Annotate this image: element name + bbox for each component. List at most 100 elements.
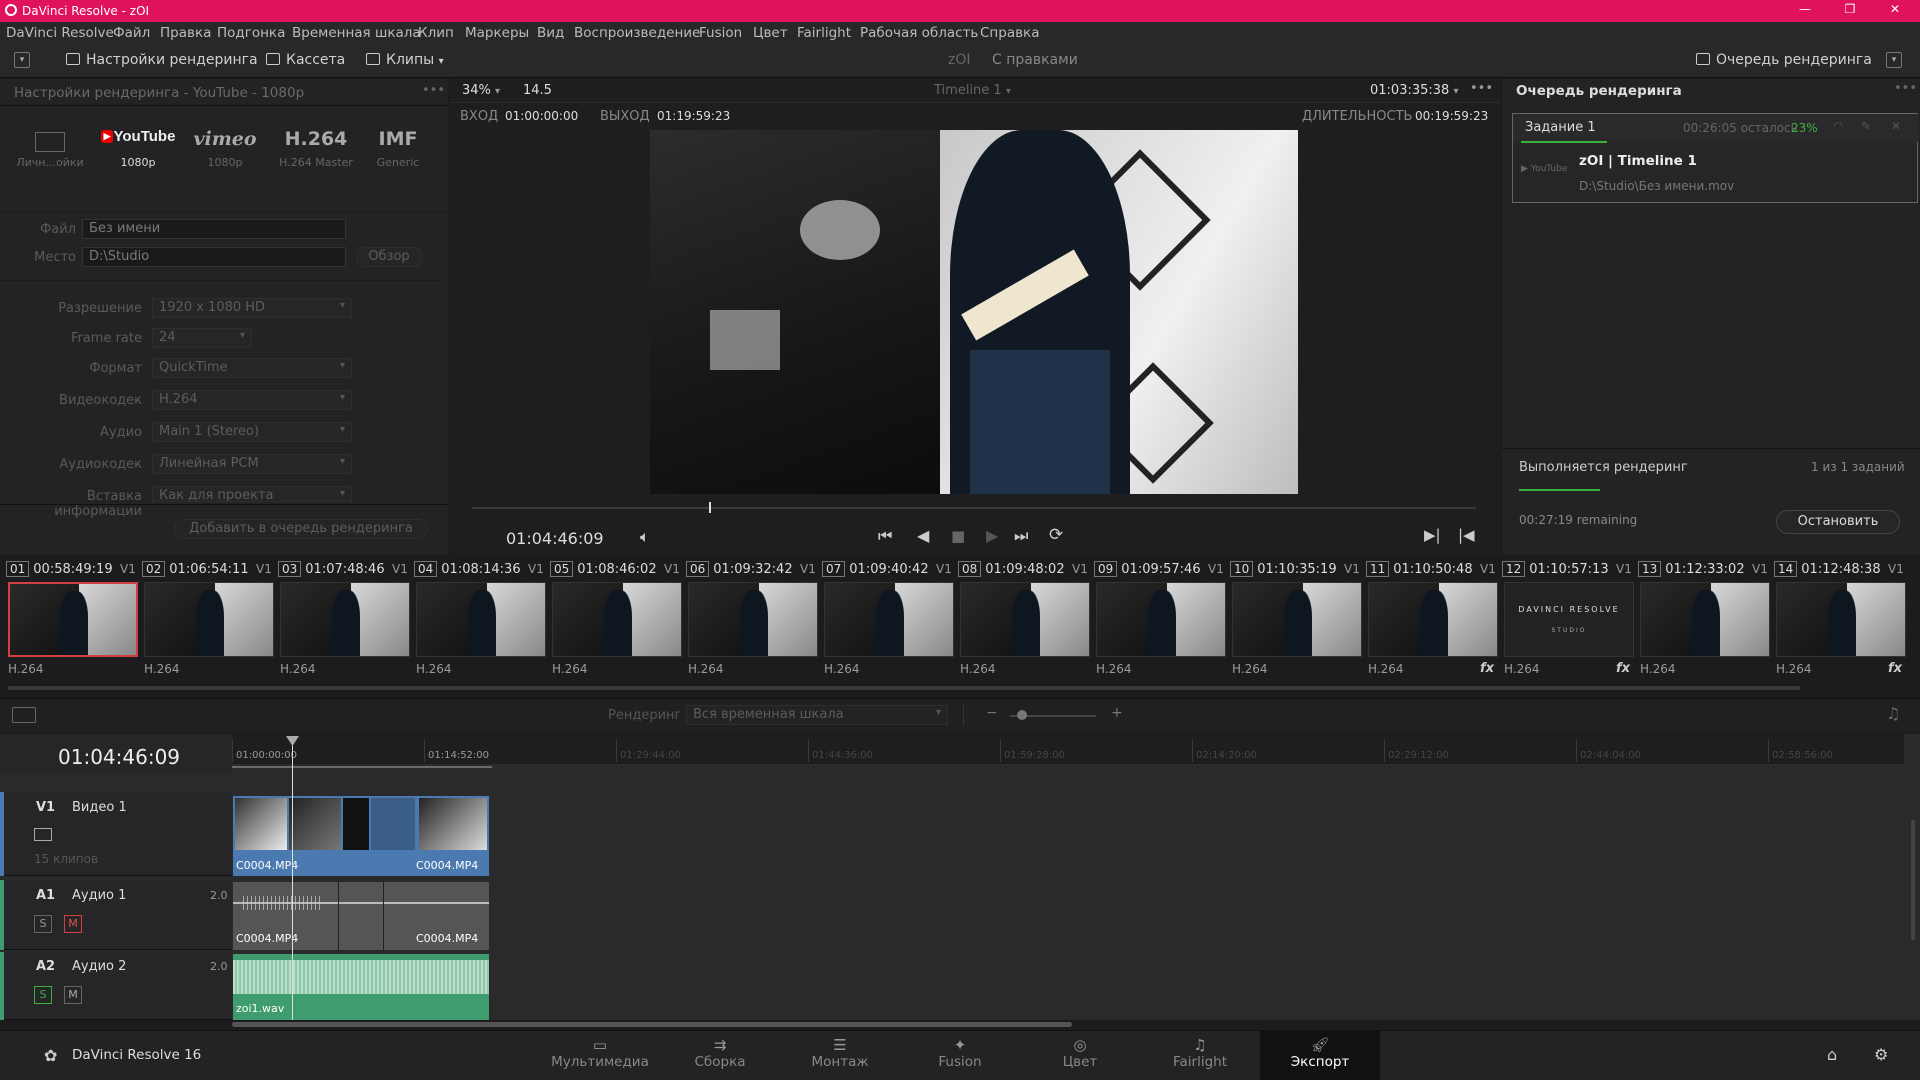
- location-input[interactable]: D:\Studio: [82, 247, 346, 267]
- preset-vimeo[interactable]: vimeo 1080p: [185, 128, 265, 169]
- scrub-handle[interactable]: [709, 502, 711, 513]
- preset-h264[interactable]: H.264 H.264 Master: [276, 128, 356, 169]
- zoom-slider-handle[interactable]: [1017, 710, 1027, 720]
- home-icon[interactable]: ⌂: [1827, 1045, 1837, 1064]
- solo-button[interactable]: S: [34, 986, 52, 1004]
- menu-item[interactable]: Файл: [113, 25, 150, 41]
- file-name-input[interactable]: Без имени: [82, 219, 346, 239]
- menu-item[interactable]: Fusion: [699, 25, 742, 41]
- volume-icon[interactable]: 🔈︎: [640, 527, 650, 547]
- menu-item[interactable]: Клип: [418, 25, 454, 41]
- mute-button[interactable]: M: [64, 915, 82, 933]
- zoom-out-icon[interactable]: −: [986, 705, 998, 721]
- queue-options-icon[interactable]: •••: [1894, 81, 1917, 96]
- play-reverse-icon[interactable]: ◀︎: [917, 526, 929, 545]
- render-range-select[interactable]: Вся временная шкала ▾: [686, 705, 948, 725]
- zoom-select[interactable]: 34% ▾: [462, 83, 500, 98]
- clip-thumbnail[interactable]: [552, 582, 682, 657]
- close-icon[interactable]: ✕: [1880, 2, 1910, 20]
- track-header-a1[interactable]: A1 Аудио 1 2.0 S M: [0, 880, 232, 950]
- clip-thumbnail[interactable]: DAVINCI RESOLVE STUDIO: [1504, 582, 1634, 657]
- clip-thumbnail[interactable]: [1368, 582, 1498, 657]
- preset-imf[interactable]: IMF Generic: [358, 128, 438, 169]
- page-tab[interactable]: ♫ Fairlight: [1140, 1036, 1260, 1070]
- clip-thumbnail[interactable]: [960, 582, 1090, 657]
- monitor-icon[interactable]: [34, 828, 52, 841]
- restore-icon[interactable]: ❐: [1835, 2, 1865, 20]
- track-header-v1[interactable]: V1 Видео 1 15 клипов: [0, 792, 232, 876]
- more-options-icon[interactable]: •••: [422, 83, 445, 98]
- clip-thumbnail[interactable]: [416, 582, 546, 657]
- clips-button[interactable]: Клипы ▾: [366, 52, 444, 68]
- delete-icon[interactable]: ✕: [1891, 119, 1901, 133]
- video-clip[interactable]: C0004.MP4 C0004.MP4: [233, 796, 489, 876]
- viewer-options-icon[interactable]: •••: [1470, 81, 1493, 96]
- minimize-icon[interactable]: —: [1790, 2, 1820, 20]
- timeline-view-icon[interactable]: [12, 707, 36, 723]
- clip-thumbnail[interactable]: [688, 582, 818, 657]
- play-icon[interactable]: ▶︎: [986, 526, 998, 545]
- resolution-select[interactable]: 1920 x 1080 HD ▾: [152, 298, 352, 318]
- timeline-v-scrollbar[interactable]: [1911, 820, 1915, 940]
- page-tab[interactable]: ✦ Fusion: [900, 1036, 1020, 1070]
- clip-thumbnail[interactable]: [1640, 582, 1770, 657]
- audio-clip-a1[interactable]: C0004.MP4 C0004.MP4: [233, 882, 489, 950]
- page-tab[interactable]: ⇉ Сборка: [660, 1036, 780, 1070]
- page-tab[interactable]: ◎ Цвет: [1020, 1036, 1140, 1070]
- tape-button[interactable]: Кассета: [266, 52, 345, 68]
- audio-select[interactable]: Main 1 (Stereo) ▾: [152, 422, 352, 442]
- audio-clip-a2[interactable]: zoi1.wav: [233, 954, 489, 1020]
- menu-item[interactable]: Справка: [980, 25, 1039, 41]
- next-edit-icon[interactable]: ▶|: [1424, 526, 1441, 544]
- clip-thumbnail[interactable]: [280, 582, 410, 657]
- timeline-playhead[interactable]: [292, 740, 293, 1020]
- browse-button[interactable]: Обзор: [356, 247, 422, 267]
- skip-to-end-icon[interactable]: ⏭︎: [1014, 526, 1028, 546]
- stop-icon[interactable]: ■: [951, 527, 965, 545]
- format-select[interactable]: QuickTime ▾: [152, 358, 352, 378]
- clip-thumbnail[interactable]: [824, 582, 954, 657]
- menu-item[interactable]: Fairlight: [797, 25, 851, 41]
- edit-icon[interactable]: ✎: [1861, 119, 1871, 133]
- menu-item[interactable]: Временная шкала: [292, 25, 421, 41]
- video-codec-select[interactable]: H.264 ▾: [152, 390, 352, 410]
- menu-item[interactable]: Вид: [537, 25, 564, 41]
- data-burn-in-select[interactable]: Как для проекта ▾: [152, 486, 352, 502]
- clip-thumbnail[interactable]: [1232, 582, 1362, 657]
- top-timecode[interactable]: 01:03:35:38 ▾: [1370, 83, 1458, 98]
- menu-item[interactable]: Маркеры: [465, 25, 529, 41]
- mute-button[interactable]: M: [64, 986, 82, 1004]
- panel-toggle-icon[interactable]: ▾: [14, 52, 30, 68]
- clip-thumbnail[interactable]: [1096, 582, 1226, 657]
- menu-item[interactable]: Воспроизведение: [574, 25, 700, 41]
- clip-thumbnail[interactable]: [144, 582, 274, 657]
- video-frame[interactable]: [650, 130, 1298, 494]
- prev-edit-icon[interactable]: |◀: [1458, 526, 1475, 544]
- audio-codec-select[interactable]: Линейная PCM ▾: [152, 454, 352, 474]
- page-tab[interactable]: ☰ Монтаж: [780, 1036, 900, 1070]
- menu-item[interactable]: DaVinci Resolve: [6, 25, 114, 41]
- framerate-select[interactable]: 24 ▾: [152, 328, 252, 348]
- queue-panel-toggle-icon[interactable]: ▾: [1886, 52, 1902, 68]
- zoom-in-icon[interactable]: +: [1111, 705, 1123, 721]
- loop-icon[interactable]: ⟳: [1049, 525, 1063, 545]
- page-tab[interactable]: 🚀︎ Экспорт: [1260, 1031, 1380, 1080]
- clip-thumbnail[interactable]: [8, 582, 138, 657]
- solo-button[interactable]: S: [34, 915, 52, 933]
- clips-scrollbar[interactable]: [8, 686, 1800, 690]
- menu-item[interactable]: Подгонка: [217, 25, 285, 41]
- render-job-card[interactable]: Задание 1 00:26:05 осталось 23% ◠ ✎ ✕ ▶ …: [1512, 113, 1919, 203]
- page-tab[interactable]: ▭ Мультимедиа: [540, 1036, 660, 1070]
- skip-to-start-icon[interactable]: ⏮︎: [878, 526, 892, 546]
- timeline-select[interactable]: Timeline 1 ▾: [934, 83, 1011, 98]
- render-settings-button[interactable]: Настройки рендеринга: [66, 52, 258, 68]
- audio-meter-icon[interactable]: ♫: [1886, 704, 1900, 723]
- menu-item[interactable]: Цвет: [753, 25, 788, 41]
- menu-item[interactable]: Рабочая область: [860, 25, 978, 41]
- timeline-h-scrollbar[interactable]: [232, 1022, 1072, 1027]
- menu-item[interactable]: Правка: [160, 25, 211, 41]
- preset-youtube[interactable]: ▶ YouTube 1080p: [98, 128, 178, 169]
- add-to-queue-button[interactable]: Добавить в очередь рендеринга: [174, 519, 428, 539]
- settings-gear-icon[interactable]: ⚙: [1874, 1045, 1888, 1064]
- render-queue-button[interactable]: Очередь рендеринга: [1696, 52, 1872, 68]
